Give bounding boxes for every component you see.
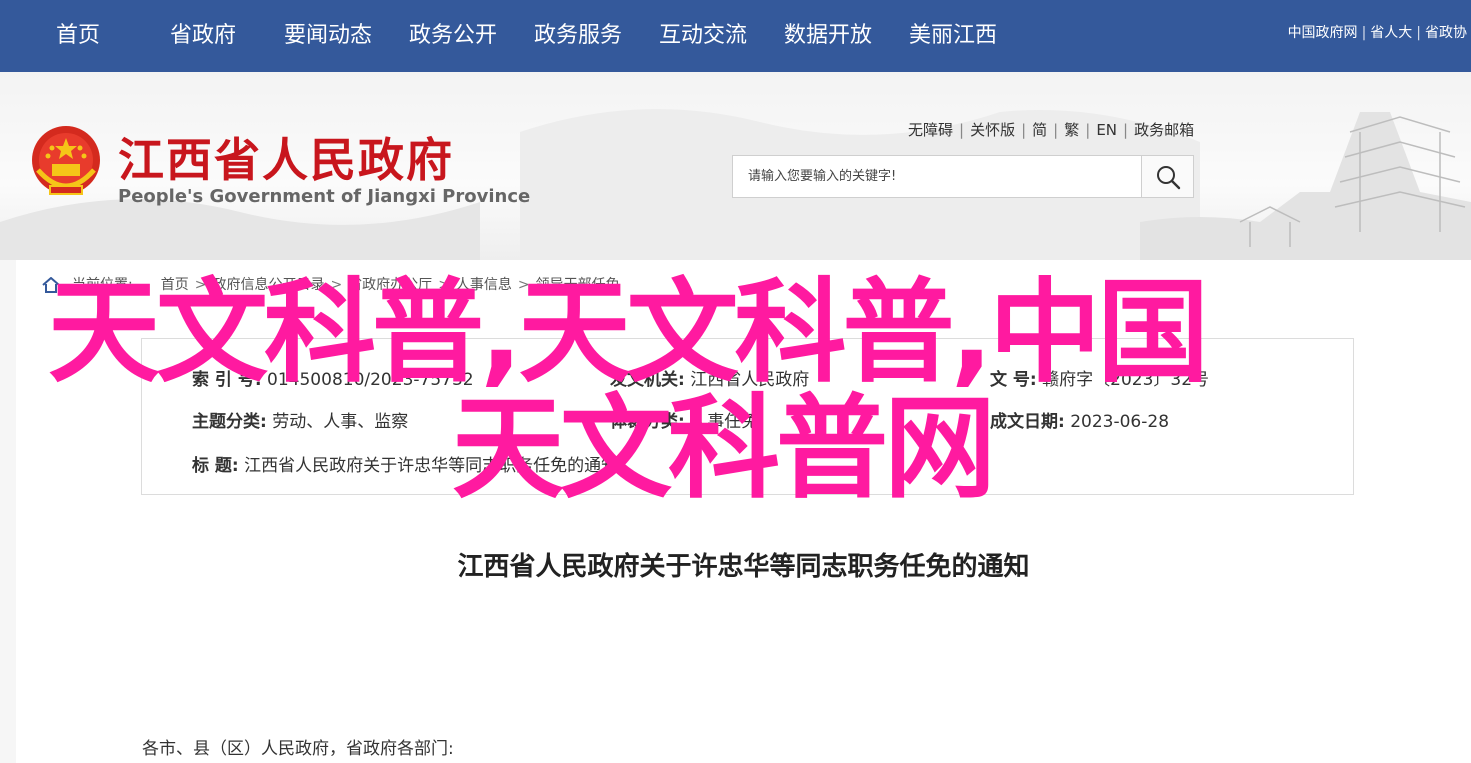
breadcrumb-personnel-info[interactable]: 人事信息 xyxy=(456,277,512,293)
government-mail-link[interactable]: 政务邮箱 xyxy=(1134,121,1194,139)
nav-open-data[interactable]: 数据开放 xyxy=(784,0,872,72)
accessibility-link[interactable]: 无障碍 xyxy=(908,121,953,139)
chevron-right-icon: > xyxy=(517,277,530,293)
meta-date-value: 2023-06-28 xyxy=(1070,412,1170,432)
nav-provincial-government[interactable]: 省政府 xyxy=(170,0,236,72)
divider: | xyxy=(1085,121,1091,139)
meta-topic-value: 劳动、人事、监察 xyxy=(272,412,409,432)
chevron-right-icon: > xyxy=(438,277,450,293)
divider: | xyxy=(1021,121,1027,139)
document-greeting: 各市、县（区）人民政府，省政府各部门: xyxy=(142,739,454,759)
divider: | xyxy=(1053,121,1059,139)
site-header-banner: 江西省人民政府 People's Government of Jiangxi P… xyxy=(0,72,1471,260)
meta-date: 成文日期: 2023-06-28 xyxy=(990,407,1169,432)
meta-genre-value: 人事任免 xyxy=(690,412,759,432)
link-central-government[interactable]: 中国政府网 xyxy=(1288,25,1358,41)
search-input[interactable] xyxy=(733,156,1142,197)
top-navigation-bar: 首页 省政府 要闻动态 政务公开 政务服务 互动交流 数据开放 美丽江西 中国政… xyxy=(0,0,1471,72)
link-provincial-cppcc[interactable]: 省政协 xyxy=(1425,25,1467,41)
nav-beautiful-jiangxi[interactable]: 美丽江西 xyxy=(909,0,997,72)
chevron-right-icon: > xyxy=(330,277,343,293)
search-button[interactable] xyxy=(1141,156,1193,197)
site-title[interactable]: 江西省人民政府 xyxy=(118,124,454,190)
chevron-right-icon: > xyxy=(194,277,207,293)
search-icon xyxy=(1157,166,1181,190)
meta-date-label: 成文日期: xyxy=(990,412,1065,432)
link-provincial-congress[interactable]: 省人大 xyxy=(1370,25,1412,41)
divider: | xyxy=(1361,25,1367,41)
nav-government-services[interactable]: 政务服务 xyxy=(534,0,622,72)
meta-doc-number: 文 号: 赣府字〔2023〕32号 xyxy=(990,365,1209,390)
nav-home[interactable]: 首页 xyxy=(56,0,100,72)
meta-title-value: 江西省人民政府关于许忠华等同志职务任免的通知 xyxy=(244,456,619,476)
meta-index-label: 索 引 号: xyxy=(192,370,262,390)
breadcrumb-home[interactable]: 首页 xyxy=(161,277,189,293)
nav-interaction[interactable]: 互动交流 xyxy=(659,0,747,72)
simplified-chinese-link[interactable]: 简 xyxy=(1032,121,1047,139)
breadcrumb-disclosure-catalog[interactable]: 政府信息公开目录 xyxy=(212,277,324,293)
document-metadata-box: 索 引 号: 014500810/2023-75732 发文机关: 江西省人民政… xyxy=(141,338,1354,495)
divider: | xyxy=(1123,121,1129,139)
meta-genre-label: 体裁分类: xyxy=(610,412,685,432)
divider: | xyxy=(959,121,965,139)
meta-issuer-value: 江西省人民政府 xyxy=(690,370,810,390)
meta-title: 标 题: 江西省人民政府关于许忠华等同志职务任免的通知 xyxy=(192,451,618,476)
elderly-mode-link[interactable]: 关怀版 xyxy=(970,121,1015,139)
breadcrumb: 当前位置: 首页 > 政府信息公开目录 > 省政府办公厅 > 人事信息 > 领导干部任免 xyxy=(42,274,620,294)
breadcrumb-general-office[interactable]: 省政府办公厅 xyxy=(348,277,432,293)
nav-news[interactable]: 要闻动态 xyxy=(284,0,372,72)
meta-issuer: 发文机关: 江西省人民政府 xyxy=(610,365,809,390)
breadcrumb-cadre-appointments[interactable]: 领导干部任免 xyxy=(536,277,620,293)
meta-topic-label: 主题分类: xyxy=(192,412,267,432)
top-external-links: 中国政府网 | 省人大 | 省政协 xyxy=(1284,0,1471,72)
meta-index: 索 引 号: 014500810/2023-75732 xyxy=(192,365,474,390)
home-icon xyxy=(42,277,60,293)
document-title: 江西省人民政府关于许忠华等同志职务任免的通知 xyxy=(457,552,1030,582)
meta-doc-number-value: 赣府字〔2023〕32号 xyxy=(1042,370,1210,390)
meta-index-value: 014500810/2023-75732 xyxy=(267,370,474,390)
main-content: 当前位置: 首页 > 政府信息公开目录 > 省政府办公厅 > 人事信息 > 领导干部任免 索 引 … xyxy=(16,260,1471,763)
divider: | xyxy=(1416,25,1421,41)
meta-title-label: 标 题: xyxy=(192,456,239,476)
national-emblem-icon xyxy=(32,126,100,195)
search-box xyxy=(732,155,1194,198)
nav-government-disclosure[interactable]: 政务公开 xyxy=(409,0,497,72)
english-link[interactable]: EN xyxy=(1096,121,1117,139)
utility-links: 无障碍 | 关怀版 | 简 | 繁 | EN | 政务邮箱 xyxy=(908,119,1194,140)
meta-topic: 主题分类: 劳动、人事、监察 xyxy=(192,407,408,432)
meta-issuer-label: 发文机关: xyxy=(610,370,685,390)
meta-doc-number-label: 文 号: xyxy=(990,370,1037,390)
site-subtitle: People's Government of Jiangxi Province xyxy=(118,186,531,207)
breadcrumb-label: 当前位置: xyxy=(72,277,133,293)
meta-genre: 体裁分类: 人事任免 xyxy=(610,407,758,432)
traditional-chinese-link[interactable]: 繁 xyxy=(1064,121,1079,139)
